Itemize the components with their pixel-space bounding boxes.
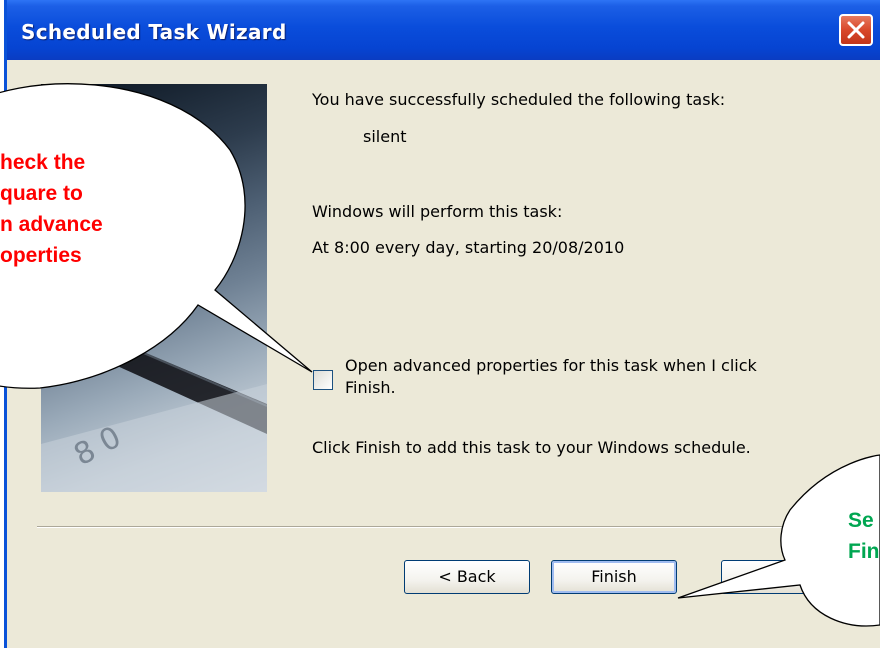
left-callout-line: n advance	[0, 213, 103, 236]
wizard-window: Scheduled Task Wizard 8 0 You have succe…	[4, 0, 880, 648]
cancel-button[interactable]: Cancel	[721, 560, 863, 594]
schedule-text: At 8:00 every day, starting 20/08/2010	[312, 238, 625, 257]
advanced-properties-checkbox[interactable]	[313, 370, 333, 390]
right-callout-line: Se	[848, 509, 874, 532]
checkbox-label-line1: Open advanced properties for this task w…	[345, 356, 757, 375]
right-callout-text: Se Fin	[848, 505, 880, 567]
left-callout-text: heck the quare to n advance operties	[0, 147, 103, 271]
left-callout-line: operties	[0, 244, 82, 267]
perform-text: Windows will perform this task:	[312, 202, 563, 221]
finish-hint-text: Click Finish to add this task to your Wi…	[312, 438, 751, 457]
wizard-side-image: 8 0	[41, 84, 267, 492]
separator-line	[37, 526, 880, 528]
window-title: Scheduled Task Wizard	[21, 20, 287, 44]
back-button[interactable]: < Back	[404, 560, 530, 594]
close-icon	[847, 21, 865, 39]
finish-button[interactable]: Finish	[551, 560, 677, 594]
left-callout-line: heck the	[0, 151, 86, 174]
pen-photo-image: 8 0	[41, 168, 267, 492]
close-button[interactable]	[839, 14, 873, 46]
task-name: silent	[363, 127, 407, 146]
left-callout-line: quare to	[0, 182, 83, 205]
title-bar[interactable]: Scheduled Task Wizard	[7, 0, 880, 60]
checkbox-label-line2: Finish.	[345, 378, 396, 397]
success-text: You have successfully scheduled the foll…	[312, 90, 726, 109]
right-callout-line: Fin	[848, 540, 880, 563]
